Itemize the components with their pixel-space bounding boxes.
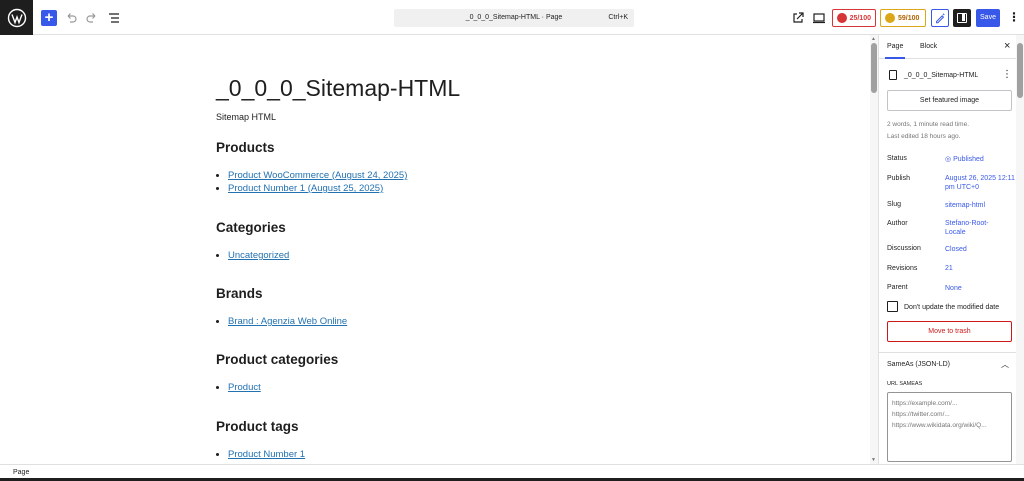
divider (879, 352, 1024, 353)
placeholder-line: https://www.wikidata.org/wiki/Q... (892, 422, 987, 429)
modified-date-checkbox[interactable] (887, 301, 898, 312)
list-product-tags: Product Number 1 (228, 448, 305, 461)
author-value[interactable]: Stefano-Root-Locale (945, 219, 997, 237)
seo-score-icon (837, 13, 847, 23)
url-sameas-label: URL SAMEAS (887, 381, 923, 387)
author-label: Author (887, 220, 908, 227)
link-product-woocommerce[interactable]: Product WooCommerce (August 24, 2025) (228, 170, 407, 181)
readability-score-value: 59/100 (898, 14, 920, 22)
editor-canvas[interactable]: _0_0_0_Sitemap-HTML Sitemap HTML Product… (0, 35, 870, 464)
breadcrumb[interactable]: Page (13, 469, 29, 476)
command-bar-shortcut: Ctrl+K (608, 14, 628, 21)
status-label: Status (887, 155, 907, 162)
discussion-label: Discussion (887, 245, 921, 252)
tab-page[interactable]: Page (884, 43, 906, 59)
move-to-trash-button[interactable]: Move to trash (887, 321, 1012, 342)
list-item: Product Number 1 (228, 448, 305, 461)
link-product[interactable]: Product (228, 382, 261, 393)
seo-score-value: 25/100 (849, 14, 871, 22)
published-check-icon: ◎ (945, 156, 954, 163)
discussion-value[interactable]: Closed (945, 245, 1015, 254)
link-uncategorized[interactable]: Uncategorized (228, 250, 289, 261)
list-item: Product Number 1 (August 25, 2025) (228, 182, 407, 195)
wordpress-logo-button[interactable] (0, 0, 33, 35)
heading-categories[interactable]: Categories (216, 220, 286, 235)
page-actions-icon[interactable]: ⋮ (1002, 69, 1012, 80)
ai-writing-button[interactable] (931, 9, 949, 27)
readability-score-icon (885, 13, 895, 23)
heading-product-categories[interactable]: Product categories (216, 352, 338, 367)
heading-products[interactable]: Products (216, 140, 275, 155)
canvas-scrollbar[interactable]: ▲ ▼ (870, 35, 878, 464)
list-product-categories: Product (228, 381, 261, 394)
sameas-panel-title[interactable]: SameAs (JSON-LD) (887, 361, 950, 368)
parent-value[interactable]: None (945, 284, 1015, 293)
device-preview-icon[interactable] (811, 10, 827, 26)
sidebar-tabs: Page Block × (879, 35, 1024, 59)
document-overview-icon[interactable] (106, 10, 122, 26)
page-icon (889, 70, 897, 80)
publish-date-value[interactable]: August 26, 2025 12:11 pm UTC+0 (945, 174, 1015, 192)
placeholder-line: https://example.com/... (892, 400, 958, 407)
command-palette-bar[interactable]: _0_0_0_Sitemap-HTML · Page Ctrl+K (394, 9, 634, 27)
heading-brands[interactable]: Brands (216, 286, 263, 301)
wordpress-icon (7, 8, 26, 27)
status-text: Published (953, 156, 984, 163)
url-sameas-textarea[interactable]: https://example.com/... https://twitter.… (887, 392, 1012, 462)
link-brand[interactable]: Brand : Agenzia Web Online (228, 316, 347, 327)
heading-product-tags[interactable]: Product tags (216, 419, 299, 434)
revisions-value[interactable]: 21 (945, 264, 1015, 273)
command-bar-title: _0_0_0_Sitemap-HTML · Page (465, 14, 563, 21)
close-icon[interactable]: × (1004, 40, 1010, 52)
slug-value[interactable]: sitemap-html (945, 201, 1015, 210)
settings-sidebar: Page Block × _0_0_0_Sitemap-HTML ⋮ Set f… (878, 35, 1024, 464)
add-block-button[interactable]: + (41, 10, 57, 26)
placeholder-line: https://twitter.com/... (892, 411, 950, 418)
save-button[interactable]: Save (976, 9, 1000, 27)
redo-icon[interactable] (84, 10, 100, 26)
link-product-number-1[interactable]: Product Number 1 (August 25, 2025) (228, 183, 383, 194)
last-edited: Last edited 18 hours ago. (887, 133, 961, 140)
sidebar-doc-title: _0_0_0_Sitemap-HTML (904, 72, 979, 79)
list-categories: Uncategorized (228, 249, 289, 262)
sidebar-icon (957, 13, 967, 23)
status-value[interactable]: ◎ Published (945, 155, 1015, 164)
modified-date-label: Don't update the modified date (904, 304, 1000, 311)
undo-icon[interactable] (63, 10, 79, 26)
list-item: Brand : Agenzia Web Online (228, 315, 347, 328)
slug-label: Slug (887, 201, 902, 208)
list-brands: Brand : Agenzia Web Online (228, 315, 347, 328)
read-time: 2 words, 1 minute read time. (887, 121, 970, 128)
publish-label: Publish (887, 175, 910, 182)
page-title[interactable]: _0_0_0_Sitemap-HTML (216, 75, 460, 102)
editor-toolbar: + _0_0_0_Sitemap-HTML · Page Ctrl+K 25/1… (0, 0, 1024, 35)
list-item: Product WooCommerce (August 24, 2025) (228, 169, 407, 182)
settings-panel-toggle[interactable] (953, 9, 971, 27)
paragraph-block[interactable]: Sitemap HTML (216, 112, 276, 122)
list-item: Uncategorized (228, 249, 289, 262)
scroll-down-icon[interactable]: ▼ (871, 457, 876, 463)
pen-icon (936, 13, 945, 24)
readability-score-button[interactable]: 59/100 (880, 9, 926, 27)
chevron-up-icon[interactable]: ︿ (1001, 359, 1009, 370)
revisions-label: Revisions (887, 265, 918, 272)
view-page-external-icon[interactable] (790, 10, 806, 26)
scrollbar-thumb[interactable] (871, 43, 877, 93)
link-product-tag[interactable]: Product Number 1 (228, 449, 305, 460)
scroll-up-icon[interactable]: ▲ (871, 36, 876, 42)
scrollbar-thumb[interactable] (1017, 43, 1023, 98)
list-item: Product (228, 381, 261, 394)
set-featured-image-button[interactable]: Set featured image (887, 90, 1012, 111)
list-products: Product WooCommerce (August 24, 2025) Pr… (228, 169, 407, 195)
sidebar-scrollbar[interactable] (1016, 35, 1024, 464)
seo-score-button[interactable]: 25/100 (832, 9, 876, 27)
tab-block[interactable]: Block (920, 43, 937, 50)
parent-label: Parent (887, 284, 908, 291)
options-menu-button[interactable]: ⋮ (1008, 9, 1020, 27)
